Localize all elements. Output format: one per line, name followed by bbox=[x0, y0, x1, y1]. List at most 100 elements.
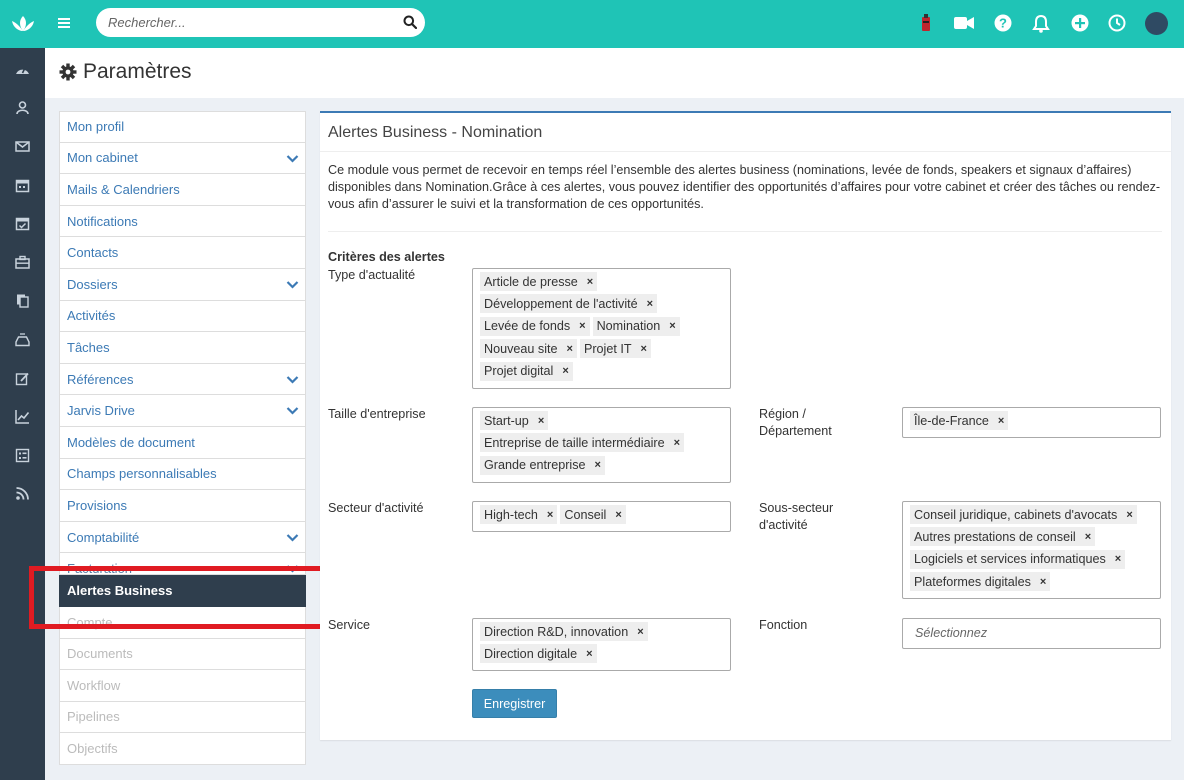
remove-tag-icon[interactable]: × bbox=[669, 320, 675, 332]
chevron-down-icon bbox=[286, 407, 299, 415]
remove-tag-icon[interactable]: × bbox=[547, 509, 553, 521]
menu-item-references[interactable]: Références bbox=[59, 363, 306, 396]
remove-tag-icon[interactable]: × bbox=[998, 415, 1004, 427]
page-title: Paramètres bbox=[83, 60, 192, 83]
menu-item-workflow[interactable]: Workflow bbox=[59, 670, 306, 702]
menu-item-label: Mon cabinet bbox=[67, 150, 138, 166]
video-icon[interactable] bbox=[953, 12, 975, 34]
chevron-down-icon bbox=[286, 281, 299, 289]
bell-icon[interactable] bbox=[1030, 12, 1052, 34]
selected-tag: Conseil juridique, cabinets d'avocats × bbox=[910, 505, 1137, 524]
menu-item-taches[interactable]: Tâches bbox=[59, 332, 306, 364]
calendar-icon[interactable] bbox=[0, 166, 45, 205]
remove-tag-icon[interactable]: × bbox=[647, 298, 653, 310]
menu-item-contacts[interactable]: Contacts bbox=[59, 237, 306, 269]
remove-tag-icon[interactable]: × bbox=[1040, 576, 1046, 588]
remove-tag-icon[interactable]: × bbox=[637, 626, 643, 638]
remove-tag-icon[interactable]: × bbox=[1126, 509, 1132, 521]
remove-tag-icon[interactable]: × bbox=[595, 459, 601, 471]
menu-item-jarvis-drive[interactable]: Jarvis Drive bbox=[59, 395, 306, 427]
remove-tag-icon[interactable]: × bbox=[641, 343, 647, 355]
tag-label: Logiciels et services informatiques bbox=[914, 552, 1106, 567]
menu-item-mon-cabinet[interactable]: Mon cabinet bbox=[59, 142, 306, 175]
menu-item-dossiers[interactable]: Dossiers bbox=[59, 268, 306, 301]
selected-tag: Entreprise de taille intermédiaire × bbox=[480, 433, 685, 453]
calendar-check-icon[interactable] bbox=[0, 204, 45, 243]
tag-label: Plateformes digitales bbox=[914, 574, 1031, 589]
extension-icon[interactable] bbox=[915, 12, 937, 34]
hamburger-icon[interactable] bbox=[57, 16, 71, 30]
menu-item-champs-personnalisables[interactable]: Champs personnalisables bbox=[59, 458, 306, 491]
region-select[interactable]: Île-de-France × bbox=[902, 407, 1161, 438]
svg-text:?: ? bbox=[999, 16, 1007, 31]
secteur-select[interactable]: High-tech × Conseil × bbox=[472, 501, 731, 532]
menu-item-pipelines[interactable]: Pipelines bbox=[59, 701, 306, 734]
menu-item-label: Jarvis Drive bbox=[67, 403, 135, 419]
search-icon[interactable] bbox=[403, 15, 417, 29]
dashboard-icon[interactable] bbox=[0, 50, 45, 89]
selected-tag: Projet digital × bbox=[480, 361, 573, 381]
menu-item-label: Pipelines bbox=[67, 709, 120, 725]
tray-icon[interactable] bbox=[0, 320, 45, 359]
menu-item-label: Activités bbox=[67, 308, 116, 324]
selected-tag: Article de presse × bbox=[480, 272, 598, 291]
secteur-label: Secteur d'activité bbox=[328, 501, 424, 515]
remove-tag-icon[interactable]: × bbox=[538, 415, 544, 427]
app-logo[interactable] bbox=[0, 0, 45, 48]
plus-circle-icon[interactable] bbox=[1069, 12, 1091, 34]
menu-item-notifications[interactable]: Notifications bbox=[59, 205, 306, 238]
tag-label: Développement de l'activité bbox=[484, 296, 638, 311]
menu-item-compte[interactable]: Compte bbox=[59, 606, 306, 639]
menu-item-label: Compte bbox=[67, 614, 113, 630]
chart-icon[interactable] bbox=[0, 397, 45, 436]
remove-tag-icon[interactable]: × bbox=[562, 365, 568, 377]
menu-item-label: Documents bbox=[67, 646, 133, 662]
help-icon[interactable]: ? bbox=[992, 12, 1014, 34]
tag-label: High-tech bbox=[484, 507, 538, 522]
selected-tag: Autres prestations de conseil × bbox=[910, 527, 1096, 547]
menu-item-modeles-de-document[interactable]: Modèles de document bbox=[59, 426, 306, 459]
save-button[interactable]: Enregistrer bbox=[472, 689, 557, 718]
search-box bbox=[96, 8, 425, 37]
mail-icon[interactable] bbox=[0, 127, 45, 166]
menu-item-label: Modèles de document bbox=[67, 434, 195, 450]
contacts-icon[interactable] bbox=[0, 89, 45, 128]
menu-item-mails-calendriers[interactable]: Mails & Calendriers bbox=[59, 174, 306, 206]
documents-icon[interactable] bbox=[0, 282, 45, 321]
menu-item-objectifs[interactable]: Objectifs bbox=[59, 733, 306, 765]
briefcase-icon[interactable] bbox=[0, 243, 45, 282]
edit-icon[interactable] bbox=[0, 359, 45, 398]
tag-label: Nouveau site bbox=[484, 341, 558, 356]
search-input[interactable] bbox=[108, 15, 388, 30]
menu-item-label: Contacts bbox=[67, 245, 119, 261]
alertes-business-panel: Alertes Business - Nomination Ce module … bbox=[320, 111, 1171, 740]
type-select[interactable]: Article de presse × Développement de l'act… bbox=[472, 268, 731, 389]
menu-item-comptabilite[interactable]: Comptabilité bbox=[59, 521, 306, 554]
tag-label: Article de presse bbox=[484, 274, 578, 289]
remove-tag-icon[interactable]: × bbox=[567, 343, 573, 355]
menu-item-alertes-business[interactable]: Alertes Business bbox=[59, 575, 306, 607]
rss-icon[interactable] bbox=[0, 475, 45, 514]
clock-icon[interactable] bbox=[1106, 12, 1128, 34]
chevron-down-icon bbox=[286, 565, 299, 573]
tag-label: Direction R&D, innovation bbox=[484, 624, 629, 639]
remove-tag-icon[interactable]: × bbox=[674, 437, 680, 449]
menu-item-mon-profil[interactable]: Mon profil bbox=[59, 111, 306, 143]
taille-select[interactable]: Start-up × Entreprise de taille intermédia… bbox=[472, 407, 731, 483]
list-icon[interactable] bbox=[0, 436, 45, 475]
menu-item-provisions[interactable]: Provisions bbox=[59, 490, 306, 522]
remove-tag-icon[interactable]: × bbox=[586, 648, 592, 660]
remove-tag-icon[interactable]: × bbox=[587, 276, 593, 288]
remove-tag-icon[interactable]: × bbox=[615, 509, 621, 521]
user-avatar[interactable] bbox=[1145, 12, 1168, 35]
sous-secteur-select[interactable]: Conseil juridique, cabinets d'avocats × Au… bbox=[902, 501, 1161, 599]
service-select[interactable]: Direction R&D, innovation × Direction digi… bbox=[472, 618, 731, 671]
menu-item-facturation[interactable]: Facturation bbox=[59, 553, 306, 576]
remove-tag-icon[interactable]: × bbox=[1115, 553, 1121, 565]
fonction-select[interactable]: Sélectionnez bbox=[902, 618, 1161, 649]
remove-tag-icon[interactable]: × bbox=[579, 320, 585, 332]
menu-item-label: Alertes Business bbox=[67, 583, 173, 599]
menu-item-documents[interactable]: Documents bbox=[59, 638, 306, 671]
menu-item-activites[interactable]: Activités bbox=[59, 300, 306, 333]
remove-tag-icon[interactable]: × bbox=[1085, 531, 1091, 543]
